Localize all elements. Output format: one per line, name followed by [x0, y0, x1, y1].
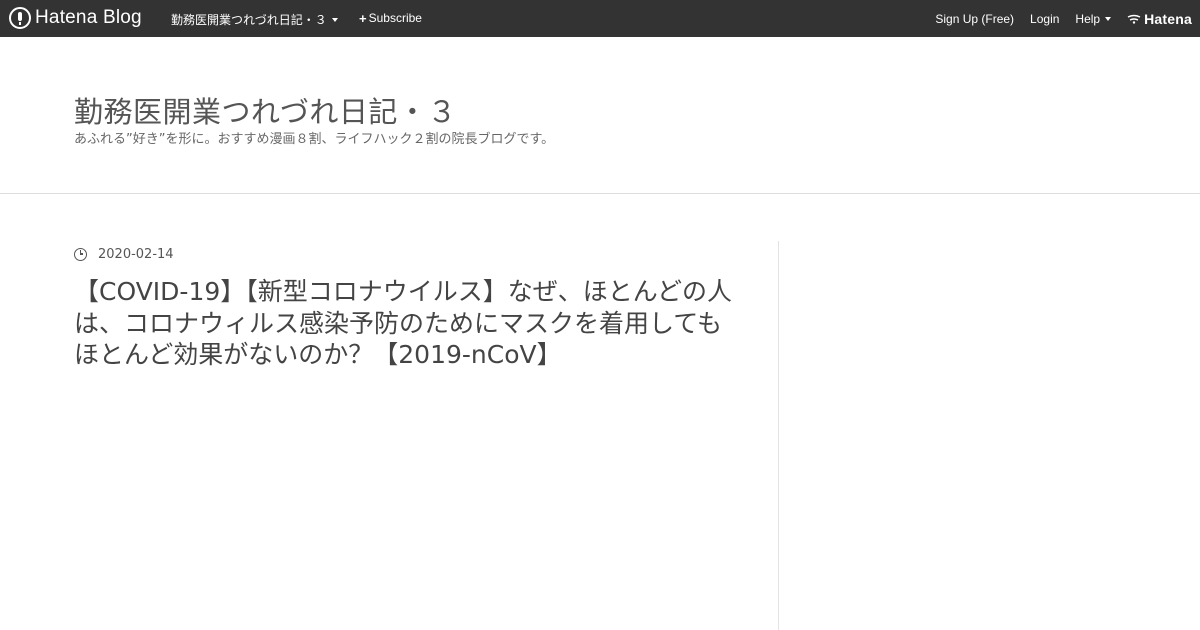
subscribe-button[interactable]: + Subscribe [359, 11, 422, 25]
help-dropdown[interactable]: Help [1075, 12, 1112, 26]
plus-icon: + [359, 10, 367, 26]
hatena-brand-label: Hatena [1144, 11, 1192, 27]
caret-down-icon [331, 17, 338, 22]
entry-date[interactable]: 2020-02-14 [74, 246, 734, 262]
hatena-logo-icon [1127, 14, 1141, 24]
blog-description: あふれる”好き”を形に。おすすめ漫画８割、ライフハック２割の院長ブログです。 [74, 132, 555, 147]
hatena-blog-logo[interactable]: Hatena Blog [9, 6, 142, 30]
login-link[interactable]: Login [1030, 12, 1059, 26]
entry: 2020-02-14 【COVID-19】【新型コロナウイルス】なぜ、ほとんどの… [74, 246, 734, 371]
hatena-blog-logo-icon [9, 7, 31, 29]
subscribe-label: Subscribe [368, 11, 422, 25]
caret-down-icon [1105, 17, 1112, 21]
logo-text: Hatena Blog [35, 7, 142, 28]
signup-link[interactable]: Sign Up (Free) [935, 12, 1014, 26]
blog-menu-dropdown[interactable]: 勤務医開業つれづれ日記・３ [171, 11, 338, 28]
topbar-right-nav: Sign Up (Free) Login Help Hatena [919, 11, 1192, 27]
blog-title[interactable]: 勤務医開業つれづれ日記・３ [74, 89, 457, 131]
entry-title[interactable]: 【COVID-19】【新型コロナウイルス】なぜ、ほとんどの人は、コロナウィルス感… [74, 276, 734, 371]
hatena-brand-link[interactable]: Hatena [1127, 11, 1192, 27]
clock-icon [74, 247, 87, 261]
blog-menu-label: 勤務医開業つれづれ日記・３ [171, 13, 327, 27]
hatena-topbar: Hatena Blog 勤務医開業つれづれ日記・３ + Subscribe Si… [0, 0, 1200, 37]
sidebar [779, 241, 1200, 630]
help-label: Help [1075, 12, 1101, 26]
blog-header: 勤務医開業つれづれ日記・３ あふれる”好き”を形に。おすすめ漫画８割、ライフハッ… [0, 37, 1200, 194]
entry-date-text: 2020-02-14 [98, 246, 174, 262]
